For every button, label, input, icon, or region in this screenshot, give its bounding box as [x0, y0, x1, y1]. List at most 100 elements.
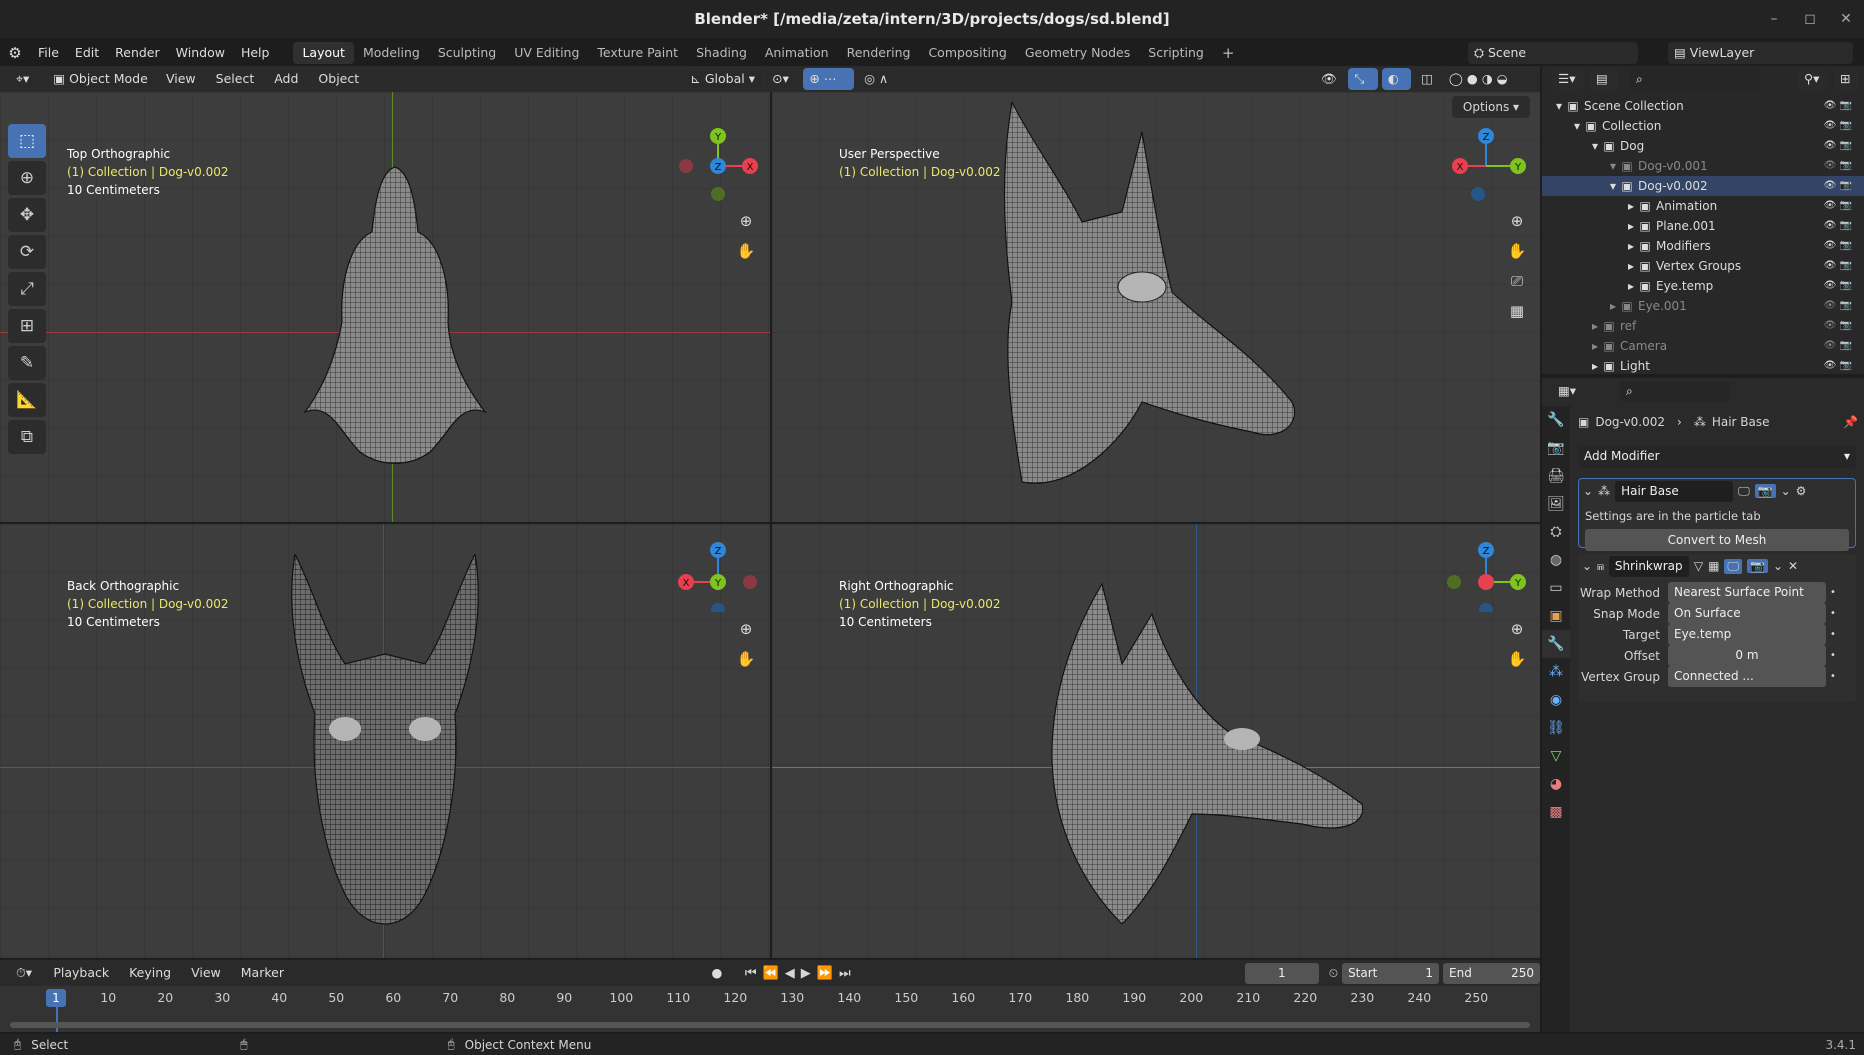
- measure-icon[interactable]: 📐: [8, 383, 46, 417]
- tab-uv-editing[interactable]: UV Editing: [505, 42, 588, 64]
- proportional-edit-icon[interactable]: ◎ ∧: [858, 68, 901, 90]
- visibility-toggle-icon[interactable]: 👁 📷: [1824, 276, 1852, 296]
- select-box-icon[interactable]: ⬚: [8, 124, 46, 158]
- scene-tab-icon[interactable]: ⛭: [1542, 518, 1570, 546]
- vp-menu-view[interactable]: View: [158, 64, 204, 94]
- menu-keying[interactable]: Keying: [121, 958, 179, 988]
- outliner-row[interactable]: ▸ ▣ Modifiers 👁 📷: [1542, 236, 1864, 256]
- viewport-right[interactable]: Right Orthographic (1) Collection | Dog-…: [772, 524, 1540, 958]
- setting-value-field[interactable]: 0 m: [1668, 645, 1826, 666]
- scene-selector[interactable]: ⛭ Scene: [1468, 42, 1638, 64]
- new-collection-icon[interactable]: ⊞: [1834, 68, 1858, 90]
- visibility-toggle-icon[interactable]: 👁 📷: [1824, 156, 1852, 176]
- expand-chevron-icon[interactable]: ▸: [1588, 316, 1602, 336]
- render-tab-icon[interactable]: 📷: [1542, 434, 1570, 462]
- annotate-icon[interactable]: ✎: [8, 346, 46, 380]
- setting-value-field[interactable]: Eye.temp: [1668, 624, 1826, 645]
- viewport-perspective[interactable]: User Perspective (1) Collection | Dog-v0…: [772, 92, 1540, 522]
- visibility-toggle-icon[interactable]: 👁 📷: [1824, 316, 1852, 336]
- expand-chevron-icon[interactable]: ▸: [1624, 276, 1638, 296]
- data-tab-icon[interactable]: ▽: [1542, 742, 1570, 770]
- expand-chevron-icon[interactable]: ▸: [1624, 196, 1638, 216]
- orientation-selector[interactable]: ⊾ Global ▾: [684, 68, 763, 90]
- pan-hand-icon[interactable]: ✋: [733, 646, 759, 672]
- texture-tab-icon[interactable]: ▩: [1542, 798, 1570, 826]
- vp-menu-object[interactable]: Object: [310, 64, 367, 94]
- expand-chevron-icon[interactable]: ▸: [1624, 216, 1638, 236]
- visibility-toggle-icon[interactable]: 👁 📷: [1824, 356, 1852, 376]
- outliner-search-input[interactable]: ⌕: [1630, 68, 1760, 90]
- setting-value-field[interactable]: Connected ...: [1668, 666, 1826, 687]
- object-tab-icon[interactable]: ▣: [1542, 602, 1570, 630]
- material-tab-icon[interactable]: ◕: [1542, 770, 1570, 798]
- outliner-row[interactable]: ▸ ▣ Vertex Groups 👁 📷: [1542, 256, 1864, 276]
- outliner-row[interactable]: ▾ ▣ Scene Collection 👁 📷: [1542, 96, 1864, 116]
- world-tab-icon[interactable]: ◍: [1542, 546, 1570, 574]
- modifier-name-field[interactable]: Shrinkwrap: [1608, 555, 1689, 577]
- menu-file[interactable]: File: [30, 38, 67, 68]
- nav-gizmo-top[interactable]: Y X Z: [678, 124, 758, 204]
- dog-mesh-top[interactable]: [300, 162, 490, 472]
- outliner-row[interactable]: ▾ ▣ Dog-v0.002 👁 📷: [1542, 176, 1864, 196]
- expand-chevron-icon[interactable]: ▸: [1606, 296, 1620, 316]
- camera-view-icon[interactable]: ⎚: [1504, 268, 1530, 294]
- collapse-chevron-icon[interactable]: ⌄: [1582, 559, 1592, 573]
- expand-chevron-icon[interactable]: ▸: [1624, 236, 1638, 256]
- expand-chevron-icon[interactable]: ▸: [1588, 336, 1602, 356]
- pan-hand-icon[interactable]: ✋: [733, 238, 759, 264]
- particles-tab-icon[interactable]: ⁂: [1542, 658, 1570, 686]
- ortho-toggle-icon[interactable]: ▦: [1504, 298, 1530, 324]
- properties-editor-icon[interactable]: ▦▾: [1552, 380, 1584, 402]
- viewport-back[interactable]: Back Orthographic (1) Collection | Dog-v…: [0, 524, 770, 958]
- zoom-icon[interactable]: ⊕: [733, 208, 759, 234]
- preview-range-icon[interactable]: ⏲: [1329, 966, 1338, 981]
- vp-menu-add[interactable]: Add: [266, 64, 306, 94]
- tab-rendering[interactable]: Rendering: [838, 42, 920, 64]
- snap-toggle-icon[interactable]: ⊕ ⋯: [803, 68, 855, 90]
- modifier-menu-icon[interactable]: ⌄: [1773, 559, 1783, 573]
- tab-sculpting[interactable]: Sculpting: [429, 42, 505, 64]
- prev-keyframe-icon[interactable]: ⏪: [763, 966, 779, 981]
- physics-tab-icon[interactable]: ◉: [1542, 686, 1570, 714]
- nav-gizmo-back[interactable]: Z X Y: [678, 532, 758, 612]
- cursor-icon[interactable]: ⊕: [8, 161, 46, 195]
- expand-chevron-icon[interactable]: ▾: [1606, 156, 1620, 176]
- playhead-marker[interactable]: 1: [46, 989, 66, 1007]
- nav-gizmo-right[interactable]: Z Y: [1446, 532, 1526, 612]
- outliner-row[interactable]: ▸ ▣ Plane.001 👁 📷: [1542, 216, 1864, 236]
- start-frame-field[interactable]: Start 1: [1342, 962, 1440, 984]
- menu-marker[interactable]: Marker: [233, 958, 292, 988]
- blender-logo-icon[interactable]: ⚙: [0, 44, 30, 62]
- transform-icon[interactable]: ⊞: [8, 309, 46, 343]
- vp-menu-select[interactable]: Select: [208, 64, 263, 94]
- timeline-editor-icon[interactable]: ⏱▾: [10, 962, 42, 984]
- show-in-viewport-icon[interactable]: 🖵: [1738, 484, 1750, 499]
- collapse-chevron-icon[interactable]: ⌄: [1583, 484, 1593, 498]
- expand-chevron-icon[interactable]: ▸: [1624, 256, 1638, 276]
- timeline-frames[interactable]: 10 20 30 40 50 60 70 80 90 100 110 120 130 140 150 160 1…: [0, 986, 1540, 1032]
- next-keyframe-icon[interactable]: ⏩: [817, 966, 833, 981]
- tab-modeling[interactable]: Modeling: [354, 42, 429, 64]
- modifier-name-field[interactable]: Hair Base: [1615, 480, 1734, 502]
- outliner-row[interactable]: ▾ ▣ Dog-v0.001 👁 📷: [1542, 156, 1864, 176]
- visibility-toggle-icon[interactable]: 👁 📷: [1824, 196, 1852, 216]
- tab-scripting[interactable]: Scripting: [1139, 42, 1213, 64]
- tab-geometry-nodes[interactable]: Geometry Nodes: [1016, 42, 1139, 64]
- expand-chevron-icon[interactable]: ▾: [1606, 176, 1620, 196]
- show-in-render-icon[interactable]: 📷: [1746, 559, 1768, 573]
- pivot-icon[interactable]: ⊙▾: [766, 68, 800, 90]
- xray-toggle-icon[interactable]: ◫: [1415, 68, 1439, 90]
- menu-edit[interactable]: Edit: [67, 38, 107, 68]
- tab-shading[interactable]: Shading: [687, 42, 756, 64]
- mode-selector[interactable]: ▣ Object Mode ▾: [47, 68, 154, 108]
- visibility-toggle-icon[interactable]: 👁 📷: [1824, 216, 1852, 236]
- gizmo-toggle-icon[interactable]: ⤡: [1348, 68, 1378, 90]
- zoom-icon[interactable]: ⊕: [733, 616, 759, 642]
- maximize-icon[interactable]: ◻: [1800, 9, 1820, 29]
- timeline-scrollbar[interactable]: [10, 1022, 1530, 1028]
- expand-chevron-icon[interactable]: ▾: [1570, 116, 1584, 136]
- setting-value-field[interactable]: Nearest Surface Point: [1668, 582, 1826, 603]
- dog-mesh-right[interactable]: [1042, 554, 1372, 944]
- outliner-row[interactable]: ▸ ▣ Camera 👁 📷: [1542, 336, 1864, 356]
- visibility-toggle-icon[interactable]: 👁 📷: [1824, 176, 1852, 196]
